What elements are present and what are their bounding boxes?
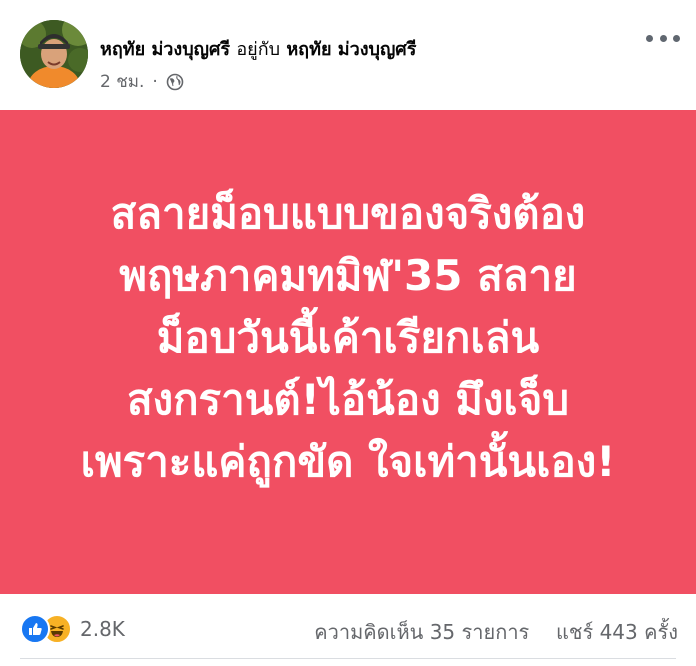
post-meta: 2 ชม. · bbox=[100, 68, 184, 95]
author-name[interactable]: หฤทัย ม่วงบุญศรี bbox=[100, 39, 230, 60]
divider bbox=[20, 658, 676, 659]
post-text-line: ม็อบวันนี้เค้าเรียกเล่น bbox=[156, 313, 540, 362]
author-avatar[interactable] bbox=[20, 20, 88, 88]
engagement-stats: ความคิดเห็น 35 รายการ แชร์ 443 ครั้ง bbox=[314, 616, 678, 648]
more-dot-icon bbox=[646, 34, 653, 42]
more-options-button[interactable] bbox=[646, 28, 680, 48]
reactions-summary[interactable]: 2.8K bbox=[20, 614, 125, 644]
post-footer: 2.8K ความคิดเห็น 35 รายการ แชร์ 443 ครั้… bbox=[0, 594, 696, 666]
post-text-line: สงกรานต์!ไอ้น้อง มึงเจ็บ bbox=[126, 375, 570, 424]
like-icon bbox=[20, 614, 50, 644]
meta-dot: · bbox=[152, 71, 158, 92]
post-background-card[interactable]: สลายม็อบแบบของจริงต้อง พฤษภาคมทมิฬ'35 สล… bbox=[0, 110, 696, 594]
author-line: หฤทัย ม่วงบุญศรี อยู่กับ หฤทัย ม่วงบุญศร… bbox=[100, 34, 416, 63]
more-dot-icon bbox=[673, 34, 680, 42]
reaction-count: 2.8K bbox=[80, 617, 125, 641]
with-label: อยู่กับ bbox=[236, 39, 281, 60]
tagged-name[interactable]: หฤทัย ม่วงบุญศรี bbox=[286, 39, 416, 60]
post-text-line: สลายม็อบแบบของจริงต้อง bbox=[110, 189, 586, 238]
globe-icon[interactable] bbox=[166, 73, 184, 91]
post-text: สลายม็อบแบบของจริงต้อง พฤษภาคมทมิฬ'35 สล… bbox=[81, 183, 616, 493]
post-text-line: เพราะแค่ถูกขัด ใจเท่านั้นเอง! bbox=[80, 437, 616, 486]
avatar-image bbox=[20, 20, 88, 88]
more-dot-icon bbox=[659, 34, 667, 42]
post-header: หฤทัย ม่วงบุญศรี อยู่กับ หฤทัย ม่วงบุญศร… bbox=[0, 0, 696, 110]
comments-count-link[interactable]: ความคิดเห็น 35 รายการ bbox=[314, 620, 529, 644]
post-time[interactable]: 2 ชม. bbox=[100, 68, 144, 95]
shares-count-link[interactable]: แชร์ 443 ครั้ง bbox=[556, 620, 678, 644]
post-text-line: พฤษภาคมทมิฬ'35 สลาย bbox=[119, 251, 577, 300]
